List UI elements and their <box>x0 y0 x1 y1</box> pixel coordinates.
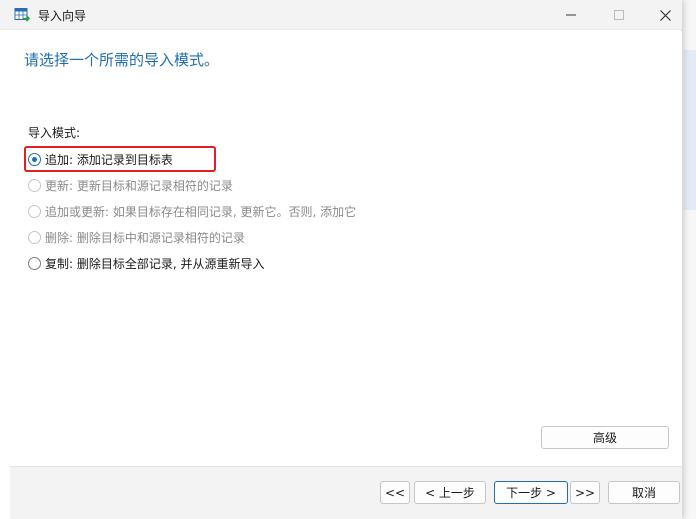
last-step-button[interactable]: >> <box>570 481 600 504</box>
table-import-icon <box>14 7 31 23</box>
radio-delete: 删除: 删除目标中和源记录相符的记录 <box>28 228 245 246</box>
radio-label: 追加或更新: 如果目标存在相同记录, 更新它。否则, 添加它 <box>45 204 357 219</box>
wizard-footer: << < 上一步 下一步 > >> 取消 <box>10 466 682 519</box>
radio-label: 更新: 更新目标和源记录相符的记录 <box>45 178 233 193</box>
cancel-button[interactable]: 取消 <box>608 481 680 504</box>
close-icon <box>659 9 671 21</box>
radio-copy[interactable]: 复制: 删除目标全部记录, 并从源重新导入 <box>28 254 265 272</box>
radio-button <box>28 230 41 244</box>
minimize-icon <box>566 14 576 16</box>
advanced-button[interactable]: 高级 <box>541 426 669 449</box>
close-button[interactable] <box>642 0 688 30</box>
import-wizard-window: 导入向导 请选择一个所需的导入模式。 导入模式: 追加: 添加记录到目标表 更新… <box>0 0 682 519</box>
radio-label: 复制: 删除目标全部记录, 并从源重新导入 <box>45 256 265 271</box>
radio-append[interactable]: 追加: 添加记录到目标表 <box>28 150 173 168</box>
background-editor-right <box>682 0 696 519</box>
radio-label: 追加: 添加记录到目标表 <box>45 152 173 167</box>
wizard-prompt: 请选择一个所需的导入模式。 <box>24 51 220 69</box>
import-mode-label: 导入模式: <box>28 126 81 140</box>
radio-button <box>28 204 41 218</box>
first-step-button[interactable]: << <box>380 481 410 504</box>
previous-step-button[interactable]: < 上一步 <box>414 481 486 504</box>
radio-append-or-update: 追加或更新: 如果目标存在相同记录, 更新它。否则, 添加它 <box>28 202 356 220</box>
wizard-header: 请选择一个所需的导入模式。 <box>10 31 682 91</box>
window-title: 导入向导 <box>38 9 87 23</box>
next-step-button[interactable]: 下一步 > <box>494 481 568 504</box>
wizard-body: 导入模式: 追加: 添加记录到目标表 更新: 更新目标和源记录相符的记录 追加或… <box>10 91 682 466</box>
background-selection-stripe <box>684 50 696 210</box>
radio-label: 删除: 删除目标中和源记录相符的记录 <box>45 230 245 245</box>
radio-button[interactable] <box>28 256 41 270</box>
radio-button[interactable] <box>28 152 41 166</box>
title-bar[interactable]: 导入向导 <box>0 0 682 30</box>
radio-button <box>28 178 41 192</box>
maximize-button[interactable] <box>596 0 642 30</box>
radio-update: 更新: 更新目标和源记录相符的记录 <box>28 176 233 194</box>
minimize-button[interactable] <box>548 0 594 30</box>
maximize-icon <box>614 10 624 20</box>
